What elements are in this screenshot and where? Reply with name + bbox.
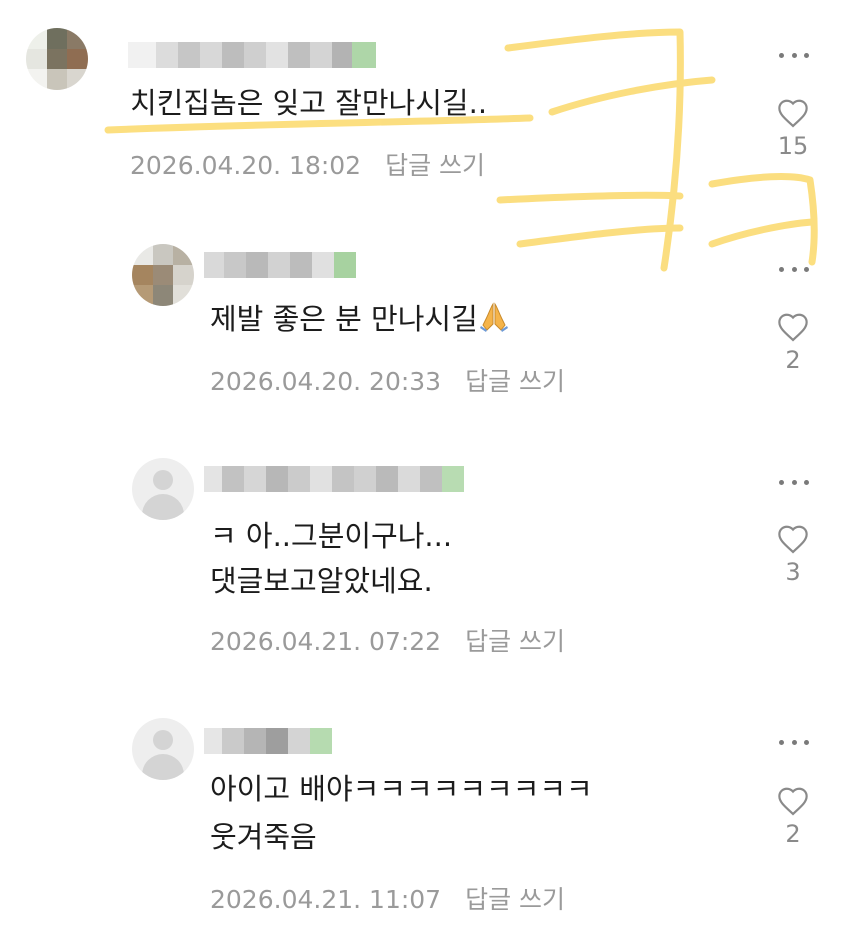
avatar[interactable]: [132, 458, 194, 520]
scribble-stroke-3: [496, 191, 684, 204]
scribble-stroke-6: [708, 218, 816, 248]
heart-outline-icon: [778, 99, 808, 128]
comment-text: 치킨집놈은 잊고 잘만나시길..: [130, 86, 488, 120]
like-count: 15: [777, 132, 809, 160]
comment-date: 2026.04.21. 07:22: [210, 627, 442, 656]
heart-outline-icon: [778, 787, 808, 816]
nickname-blurred: [204, 466, 464, 492]
comment-date: 2026.04.20. 20:33: [210, 367, 442, 396]
avatar-mosaic: [26, 28, 88, 90]
more-dots-icon[interactable]: [779, 474, 809, 490]
comment-text-line-1: ㅋ 아..그분이구나...: [210, 519, 453, 553]
default-avatar-shoulders: [142, 754, 184, 780]
like-count: 2: [785, 820, 801, 848]
avatar-mosaic: [132, 244, 194, 306]
comment-text-line-1: 아이고 배야ㅋㅋㅋㅋㅋㅋㅋㅋㅋ: [210, 772, 593, 806]
comment-text-body: 제발 좋은 분 만나시길: [210, 302, 478, 336]
more-dots-icon[interactable]: [779, 47, 809, 63]
heart-outline-icon: [778, 313, 808, 342]
reply-button[interactable]: 답글 쓰기: [465, 627, 565, 656]
scribble-stroke-1: [504, 28, 684, 272]
nickname-blurred: [204, 728, 332, 754]
default-avatar-shoulders: [142, 494, 184, 520]
comment-date: 2026.04.21. 11:07: [210, 885, 442, 914]
avatar[interactable]: [26, 28, 88, 90]
default-avatar-icon: [153, 470, 173, 490]
comment-text-line-2: 댓글보고알았네요.: [210, 564, 433, 598]
default-avatar-icon: [153, 730, 173, 750]
reply-button[interactable]: 답글 쓰기: [465, 885, 565, 914]
scribble-stroke-2: [548, 76, 716, 116]
scribble-stroke-5: [708, 173, 818, 266]
heart-outline-icon: [778, 525, 808, 554]
like-count: 2: [785, 346, 801, 374]
reply-button[interactable]: 답글 쓰기: [385, 151, 485, 180]
folded-hands-emoji: [479, 302, 508, 332]
like-button[interactable]: 15: [768, 98, 818, 160]
comment-text-line-2: 웃겨죽음: [210, 820, 317, 854]
like-button[interactable]: 2: [768, 786, 818, 848]
reply-button[interactable]: 답글 쓰기: [465, 367, 565, 396]
more-dots-icon[interactable]: [779, 261, 809, 277]
more-dots-icon[interactable]: [779, 734, 809, 750]
scribble-stroke-4: [516, 224, 684, 248]
avatar[interactable]: [132, 718, 194, 780]
like-button[interactable]: 2: [768, 312, 818, 374]
comment-text: 제발 좋은 분 만나시길: [210, 298, 510, 340]
comment-meta: 2026.04.21. 07:22 답글 쓰기: [210, 622, 565, 658]
like-button[interactable]: 3: [768, 524, 818, 586]
comment-meta: 2026.04.21. 11:07 답글 쓰기: [210, 880, 565, 916]
comment-meta: 2026.04.20. 20:33 답글 쓰기: [210, 362, 565, 398]
avatar[interactable]: [132, 244, 194, 306]
comment-date: 2026.04.20. 18:02: [130, 151, 362, 180]
comment-meta: 2026.04.20. 18:02 답글 쓰기: [130, 146, 485, 182]
nickname-blurred: [128, 42, 376, 68]
like-count: 3: [785, 558, 801, 586]
nickname-blurred: [204, 252, 356, 278]
